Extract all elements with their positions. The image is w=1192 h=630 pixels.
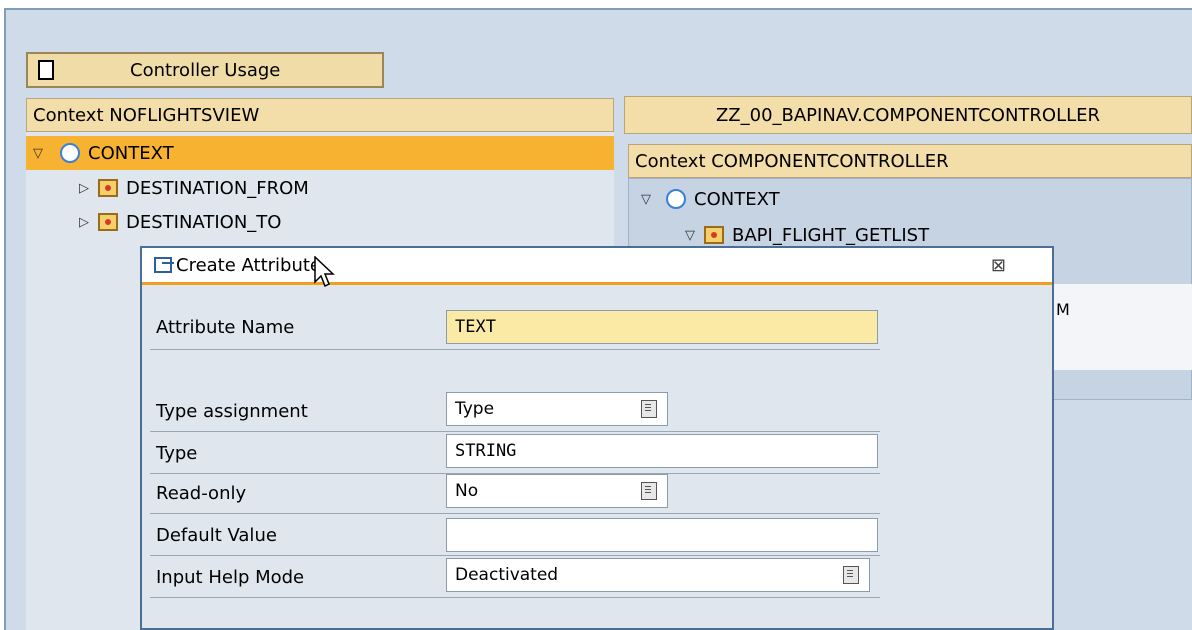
read-only-label: Read-only <box>156 483 247 504</box>
controller-usage-button[interactable]: Controller Usage <box>26 52 384 88</box>
dropdown-icon[interactable] <box>641 400 657 418</box>
tree-node-destination-to[interactable]: ▷ DESTINATION_TO <box>74 206 574 238</box>
create-attribute-dialog: Create Attribute ⊠ Attribute Name TEXT T… <box>140 246 1054 630</box>
mouse-cursor-icon <box>314 256 335 288</box>
create-attribute-icon <box>154 257 174 273</box>
attribute-name-label: Attribute Name <box>156 317 295 338</box>
type-label: Type <box>156 443 198 464</box>
expand-triangle-icon[interactable]: ▷ <box>74 181 94 196</box>
type-input[interactable]: STRING <box>446 434 878 468</box>
node-icon <box>98 179 118 197</box>
type-assignment-select[interactable]: Type <box>446 392 668 426</box>
input-help-mode-select[interactable]: Deactivated <box>446 558 870 592</box>
context-circle-icon <box>60 143 80 163</box>
right-tree-node-context[interactable]: ▽ CONTEXT <box>636 182 1192 216</box>
type-assignment-value: Type <box>455 399 495 419</box>
collapse-triangle-icon[interactable]: ▽ <box>28 146 48 161</box>
collapse-triangle-icon[interactable]: ▽ <box>680 228 700 243</box>
right-context-header: Context COMPONENTCONTROLLER <box>628 144 1192 178</box>
default-value-label: Default Value <box>156 525 277 546</box>
read-only-select[interactable]: No <box>446 474 668 508</box>
left-context-title: Context NOFLIGHTSVIEW <box>33 104 260 126</box>
close-icon[interactable]: ⊠ <box>991 255 1006 276</box>
node-icon <box>98 213 118 231</box>
dialog-title: Create Attribute <box>176 254 322 276</box>
tree-node-label: CONTEXT <box>88 142 174 164</box>
node-icon <box>704 226 724 244</box>
tree-node-label: CONTEXT <box>694 188 780 210</box>
collapse-triangle-icon[interactable]: ▽ <box>636 192 656 207</box>
attribute-name-input[interactable]: TEXT <box>446 310 878 344</box>
tree-node-context[interactable]: ▽ CONTEXT <box>26 136 614 170</box>
input-help-mode-value: Deactivated <box>455 565 559 585</box>
default-value-input[interactable] <box>446 518 878 552</box>
component-controller-title-bar[interactable]: ZZ_00_BAPINAV.COMPONENTCONTROLLER <box>624 96 1192 134</box>
expand-triangle-icon[interactable]: ▷ <box>74 215 94 230</box>
context-circle-icon <box>666 189 686 209</box>
read-only-value: No <box>455 481 479 501</box>
dropdown-icon[interactable] <box>843 566 859 584</box>
component-controller-title: ZZ_00_BAPINAV.COMPONENTCONTROLLER <box>715 104 1101 126</box>
right-tree-partial-text: M <box>1056 300 1070 319</box>
dropdown-icon[interactable] <box>641 482 657 500</box>
dialog-title-bar[interactable]: Create Attribute ⊠ <box>142 248 1052 285</box>
left-context-header: Context NOFLIGHTSVIEW <box>26 98 614 132</box>
right-tree-white-area <box>1040 284 1192 370</box>
tree-node-label: DESTINATION_TO <box>126 211 282 233</box>
type-assignment-label: Type assignment <box>156 401 308 422</box>
tree-node-destination-from[interactable]: ▷ DESTINATION_FROM <box>74 172 574 204</box>
input-help-mode-label: Input Help Mode <box>156 567 305 588</box>
tree-node-label: BAPI_FLIGHT_GETLIST <box>732 224 930 246</box>
right-context-title: Context COMPONENTCONTROLLER <box>635 150 949 172</box>
tree-node-label: DESTINATION_FROM <box>126 177 309 199</box>
document-icon <box>38 60 54 80</box>
controller-usage-label: Controller Usage <box>130 59 281 81</box>
